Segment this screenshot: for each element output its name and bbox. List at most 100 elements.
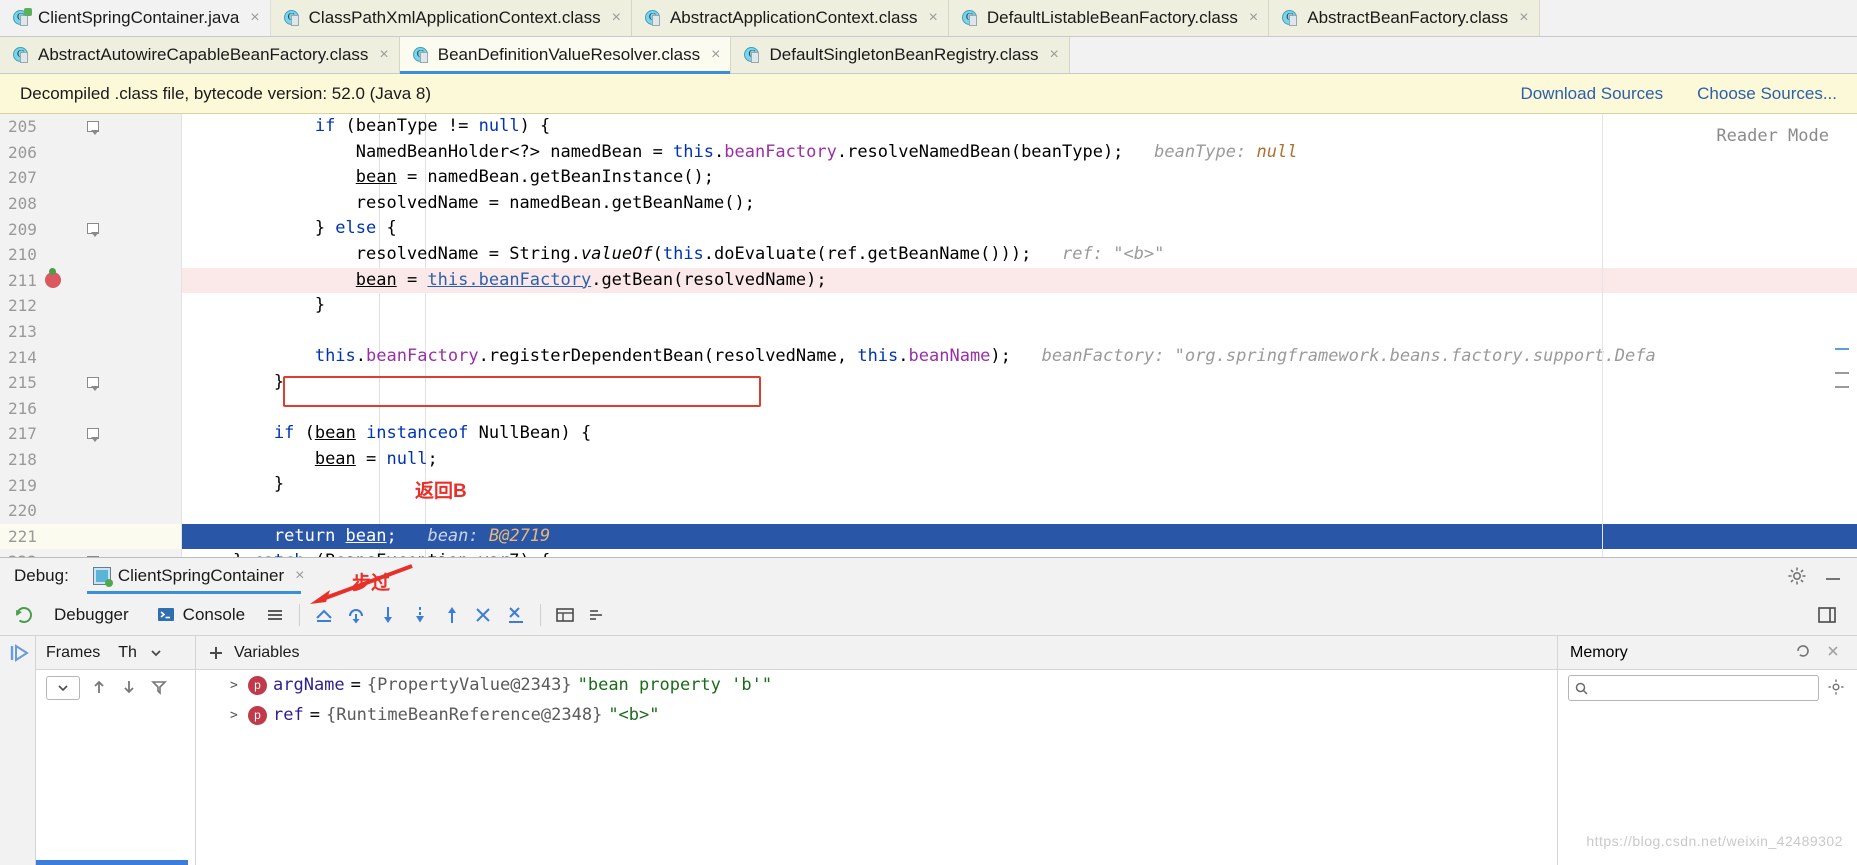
editor-tab-defaultsingletonbeanregistry-class[interactable]: C DefaultSingletonBeanRegistry.class × [731,37,1070,73]
code-line-216[interactable] [182,396,1857,422]
gutter-line-215[interactable]: 215 [0,370,181,396]
editor-tab-clientspringcontainer-java[interactable]: C ClientSpringContainer.java × [0,0,271,36]
tab-debugger[interactable]: Debugger [40,594,143,636]
close-tab-icon[interactable]: × [1519,10,1528,26]
close-tab-icon[interactable]: × [711,47,720,63]
reader-mode-label[interactable]: Reader Mode [1716,126,1829,146]
variable-row[interactable]: > p ref = {RuntimeBeanReference@2348} "<b>… [196,700,1557,730]
code-editor[interactable]: 205 206 207 208 209 210 211 212 213 214 215 216 217 2… [0,114,1857,557]
gutter-line-209[interactable]: 209 [0,216,181,242]
return-b-annotation: 返回B [415,481,467,502]
gutter-line-211[interactable]: 211 [0,268,181,294]
code-line-205[interactable]: if (beanType != null) { [182,114,1857,140]
close-tab-icon[interactable]: × [612,10,621,26]
add-watch-icon[interactable] [208,645,224,661]
code-line-206[interactable]: NamedBeanHolder<?> namedBean = this.bean… [182,140,1857,166]
memory-search-input[interactable] [1568,675,1819,701]
code-line-213[interactable] [182,319,1857,345]
code-fold-icon[interactable] [84,554,100,557]
code-line-209[interactable]: } else { [182,216,1857,242]
editor-tab-abstractautowirecapablebeanfactory-class[interactable]: C AbstractAutowireCapableBeanFactory.clas… [0,37,400,73]
frame-down-icon[interactable] [120,678,140,698]
line-number: 222 [8,552,64,557]
filter-frames-icon[interactable] [150,678,170,698]
gutter-line-207[interactable]: 207 [0,165,181,191]
editor-tab-beandefinitionvalueresolver-class[interactable]: C BeanDefinitionValueResolver.class × [399,37,732,74]
gutter-line-205[interactable]: 205 [0,114,181,140]
frames-toolbar [36,670,195,706]
code-fold-icon[interactable] [84,221,100,238]
debug-label: Debug: [14,566,69,585]
memory-close-icon[interactable] [1825,643,1845,663]
threads-label[interactable]: Th [118,644,137,662]
gutter-line-218[interactable]: 218 [0,447,181,473]
thread-select-dropdown[interactable] [46,676,80,700]
editor-tab-defaultlistablebeanfactory-class[interactable]: C DefaultListableBeanFactory.class × [948,0,1270,36]
close-tab-icon[interactable]: × [379,47,388,63]
close-tab-icon[interactable]: × [1249,10,1258,26]
gutter-line-217[interactable]: 217 [0,421,181,447]
step-out-icon[interactable] [436,599,468,631]
code-line-210[interactable]: resolvedName = String.valueOf(this.doEva… [182,242,1857,268]
code-line-211[interactable]: bean = this.beanFactory.getBean(resolved… [182,267,1857,294]
rerun-icon[interactable] [8,599,40,631]
editor-tab-classpathxmlapplicationcontext-class[interactable]: C ClassPathXmlApplicationContext.class × [270,0,632,36]
gutter-line-208[interactable]: 208 [0,191,181,217]
gutter-line-220[interactable]: 220 [0,498,181,524]
gutter-line-210[interactable]: 210 [0,242,181,268]
minimize-icon[interactable] [1823,566,1843,586]
tab-console[interactable]: Console [143,594,259,636]
close-tab-icon[interactable]: × [250,10,259,26]
resume-program-icon[interactable] [8,642,29,662]
layout-settings-icon[interactable] [259,599,291,631]
code-line-207[interactable]: bean = namedBean.getBeanInstance(); [182,165,1857,191]
code-line-208[interactable]: resolvedName = namedBean.getBeanName(); [182,191,1857,217]
close-tab-icon[interactable]: × [929,10,938,26]
code-line-217[interactable]: if (bean instanceof NullBean) { [182,421,1857,447]
frame-up-icon[interactable] [90,678,110,698]
memory-settings-icon[interactable] [1827,678,1847,698]
code-fold-icon[interactable] [84,375,100,391]
line-number: 215 [8,373,37,393]
gutter-line-212[interactable]: 212 [0,293,181,319]
drop-frame-icon[interactable] [468,599,500,631]
code-line-221[interactable]: return bean; bean: B@2719 [182,523,1857,550]
gutter-line-219[interactable]: 219 [0,472,181,498]
expand-chevron-icon[interactable]: > [230,678,242,693]
code-line-215[interactable]: } [182,370,1857,396]
line-number: 206 [8,142,37,162]
editor-gutter[interactable]: 205 206 207 208 209 210 211 212 213 214 215 216 217 2… [0,114,182,557]
gutter-line-213[interactable]: 213 [0,319,181,345]
scroll-markers[interactable] [1835,114,1849,557]
code-fold-icon[interactable] [84,119,100,135]
close-tab-icon[interactable]: × [1049,47,1058,63]
frames-label[interactable]: Frames [46,644,100,662]
download-sources-link[interactable]: Download Sources [1520,84,1663,104]
gutter-line-222[interactable]: 222 [0,549,181,557]
chevron-down-icon[interactable] [149,646,163,660]
code-line-218[interactable]: bean = null; [182,447,1857,473]
gutter-line-206[interactable]: 206 [0,140,181,166]
memory-search-field[interactable] [1593,679,1812,697]
gutter-line-221[interactable]: 221 [0,523,181,550]
variable-equals: = [309,705,320,725]
choose-sources-link[interactable]: Choose Sources... [1697,84,1837,104]
gutter-line-216[interactable]: 216 [0,396,181,422]
editor-tab-abstractapplicationcontext-class[interactable]: C AbstractApplicationContext.class × [631,0,949,36]
code-fold-icon[interactable] [84,426,100,442]
restore-layout-icon[interactable] [1811,599,1843,631]
memory-refresh-icon[interactable] [1795,643,1815,663]
evaluate-expression-icon[interactable] [549,599,581,631]
variable-row[interactable]: > p argName = {PropertyValue@2343} "bean p… [196,670,1557,700]
code-line-222[interactable]: } catch (BeansException var7) { [182,549,1857,557]
watches-icon[interactable] [581,599,613,631]
debug-session-tab[interactable]: ClientSpringContainer × [86,558,311,594]
variables-list[interactable]: > p argName = {PropertyValue@2343} "bean p… [196,670,1557,730]
editor-tab-abstractbeanfactory-class[interactable]: C AbstractBeanFactory.class × [1269,0,1540,36]
code-line-212[interactable]: } [182,293,1857,319]
gutter-line-214[interactable]: 214 [0,344,181,370]
expand-chevron-icon[interactable]: > [230,708,242,723]
code-line-214[interactable]: this.beanFactory.registerDependentBean(r… [182,344,1857,370]
settings-gear-icon[interactable] [1787,566,1807,586]
run-to-cursor-icon[interactable] [500,599,532,631]
